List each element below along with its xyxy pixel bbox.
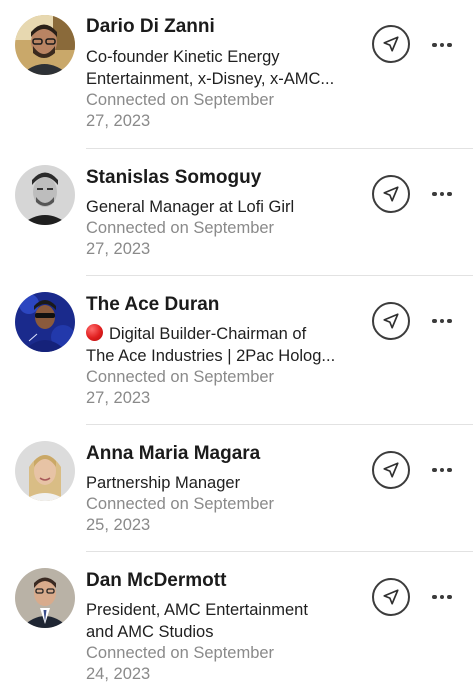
more-horizontal-icon <box>432 191 437 197</box>
more-horizontal-icon <box>432 42 437 48</box>
connection-name[interactable]: Dario Di Zanni <box>86 15 215 39</box>
connected-date: Connected on September 27, 2023 <box>86 90 336 132</box>
send-icon <box>383 36 399 52</box>
person-photo-icon <box>15 441 75 501</box>
connected-line: Connected on September <box>86 368 275 386</box>
more-options-button[interactable] <box>428 187 456 201</box>
send-message-button[interactable] <box>372 25 410 63</box>
connected-date: Connected on September 27, 2023 <box>86 367 336 409</box>
connection-name[interactable]: Anna Maria Magara <box>86 442 260 466</box>
more-horizontal-icon <box>447 467 452 473</box>
more-horizontal-icon <box>439 318 445 324</box>
connection-name[interactable]: Dan McDermott <box>86 569 226 593</box>
more-options-button[interactable] <box>428 314 456 328</box>
person-photo-icon <box>15 568 75 628</box>
send-message-button[interactable] <box>372 578 410 616</box>
connection-row[interactable]: Anna Maria Magara Partnership Manager Co… <box>0 425 473 552</box>
connected-line: Connected on September <box>86 495 275 513</box>
connection-headline: Digital Builder-Chairman of The Ace Indu… <box>86 323 364 367</box>
connection-name[interactable]: Stanislas Somoguy <box>86 166 261 190</box>
connections-list: Dario Di Zanni Co-founder Kinetic Energy… <box>0 0 473 683</box>
connection-headline: President, AMC Entertainment and AMC Stu… <box>86 599 364 643</box>
headline-line: Partnership Manager <box>86 474 241 492</box>
connection-headline: Partnership Manager <box>86 472 364 494</box>
avatar[interactable] <box>15 15 75 75</box>
more-options-button[interactable] <box>428 590 456 604</box>
avatar[interactable] <box>15 568 75 628</box>
person-photo-icon <box>15 292 75 352</box>
connected-date: Connected on September 25, 2023 <box>86 494 336 536</box>
more-horizontal-icon <box>439 191 445 197</box>
connection-row[interactable]: Stanislas Somoguy General Manager at Lof… <box>0 149 473 276</box>
avatar[interactable] <box>15 165 75 225</box>
send-icon <box>383 462 399 478</box>
send-message-button[interactable] <box>372 302 410 340</box>
connected-line: 24, 2023 <box>86 665 151 683</box>
headline-line: and AMC Studios <box>86 623 214 641</box>
send-message-button[interactable] <box>372 451 410 489</box>
connection-row[interactable]: Dario Di Zanni Co-founder Kinetic Energy… <box>0 0 473 149</box>
person-photo-icon <box>15 15 75 75</box>
connection-headline: General Manager at Lofi Girl <box>86 196 364 218</box>
headline-line: General Manager at Lofi Girl <box>86 198 295 216</box>
connected-line: 27, 2023 <box>86 112 151 130</box>
more-horizontal-icon <box>439 42 445 48</box>
headline-line: President, AMC Entertainment <box>86 601 308 619</box>
headline-line: Digital Builder-Chairman of <box>86 323 364 345</box>
connection-row[interactable]: The Ace Duran Digital Builder-Chairman o… <box>0 276 473 425</box>
connection-headline: Co-founder Kinetic Energy Entertainment,… <box>86 46 364 90</box>
more-horizontal-icon <box>447 42 452 48</box>
more-horizontal-icon <box>447 594 452 600</box>
send-message-button[interactable] <box>372 175 410 213</box>
more-horizontal-icon <box>432 594 437 600</box>
more-horizontal-icon <box>447 318 452 324</box>
more-options-button[interactable] <box>428 38 456 52</box>
headline-line: Co-founder Kinetic Energy <box>86 48 280 66</box>
red-circle-icon <box>86 324 103 341</box>
connected-line: 27, 2023 <box>86 240 151 258</box>
more-options-button[interactable] <box>428 463 456 477</box>
headline-line: Entertainment, x-Disney, x-AMC... <box>86 70 335 88</box>
more-horizontal-icon <box>432 318 437 324</box>
avatar[interactable] <box>15 292 75 352</box>
connected-line: Connected on September <box>86 219 275 237</box>
more-horizontal-icon <box>439 594 445 600</box>
headline-text: Digital Builder-Chairman of <box>109 325 307 343</box>
connected-line: 25, 2023 <box>86 516 151 534</box>
send-icon <box>383 589 399 605</box>
connected-line: Connected on September <box>86 644 275 662</box>
more-horizontal-icon <box>432 467 437 473</box>
connected-line: Connected on September <box>86 91 275 109</box>
avatar[interactable] <box>15 441 75 501</box>
connected-date: Connected on September 27, 2023 <box>86 218 336 260</box>
person-photo-icon <box>15 165 75 225</box>
more-horizontal-icon <box>439 467 445 473</box>
connected-line: 27, 2023 <box>86 389 151 407</box>
send-icon <box>383 186 399 202</box>
send-icon <box>383 313 399 329</box>
connected-date: Connected on September 24, 2023 <box>86 643 336 685</box>
connection-name[interactable]: The Ace Duran <box>86 293 219 317</box>
headline-line: The Ace Industries | 2Pac Holog... <box>86 347 336 365</box>
connection-row[interactable]: Dan McDermott President, AMC Entertainme… <box>0 552 473 683</box>
more-horizontal-icon <box>447 191 452 197</box>
